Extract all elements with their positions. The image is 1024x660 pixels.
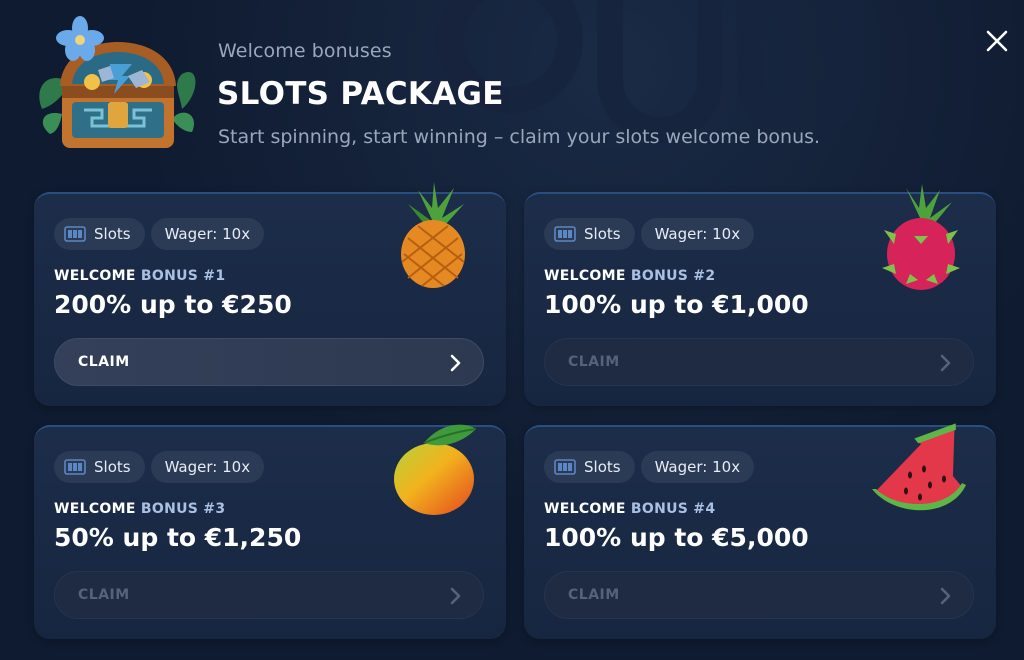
claim-button[interactable]: CLAIM xyxy=(544,571,974,619)
wager-tag: Wager: 10x xyxy=(150,218,265,250)
category-label: Slots xyxy=(584,458,621,476)
bonus-label-suffix: BONUS #4 xyxy=(630,501,716,517)
chevron-right-icon xyxy=(940,587,951,605)
close-icon[interactable] xyxy=(982,26,1012,56)
bonus-label: WELCOME BONUS #1 xyxy=(54,268,225,284)
chevron-right-icon xyxy=(450,354,461,372)
bonus-label: WELCOME BONUS #4 xyxy=(544,501,715,517)
tag-list: Slots Wager: 10x xyxy=(544,451,755,483)
bonus-amount: 100% up to €1,000 xyxy=(544,290,809,319)
bonus-label-prefix: WELCOME xyxy=(544,501,626,517)
bonus-label-suffix: BONUS #3 xyxy=(140,501,226,517)
slot-machine-icon xyxy=(554,459,576,475)
bonus-label: WELCOME BONUS #2 xyxy=(544,268,715,284)
header-description: Start spinning, start winning – claim yo… xyxy=(218,126,821,148)
slot-machine-icon xyxy=(64,226,86,242)
wager-tag: Wager: 10x xyxy=(640,218,755,250)
category-tag: Slots xyxy=(54,218,145,250)
bonus-amount: 100% up to €5,000 xyxy=(544,523,809,552)
bonus-amount: 200% up to €250 xyxy=(54,290,292,319)
claim-label: CLAIM xyxy=(568,587,620,603)
bonus-label-suffix: BONUS #2 xyxy=(630,268,716,284)
bonus-card-1: Slots Wager: 10x WELCOME BONUS #1 200% u… xyxy=(34,182,506,406)
bonus-label-prefix: WELCOME xyxy=(544,268,626,284)
header-subtitle: Welcome bonuses xyxy=(218,40,392,62)
claim-button[interactable]: CLAIM xyxy=(54,338,484,386)
bonus-amount: 50% up to €1,250 xyxy=(54,523,302,552)
pineapple-icon xyxy=(401,182,465,288)
bonus-card-4: Slots Wager: 10x WELCOME BONUS #4 100% u… xyxy=(524,423,996,639)
claim-label: CLAIM xyxy=(78,587,130,603)
claim-label: CLAIM xyxy=(568,354,620,370)
bonus-label-suffix: BONUS #1 xyxy=(140,268,226,284)
chevron-right-icon xyxy=(940,354,951,372)
chevron-right-icon xyxy=(450,587,461,605)
claim-button[interactable]: CLAIM xyxy=(54,571,484,619)
category-label: Slots xyxy=(94,458,131,476)
tag-list: Slots Wager: 10x xyxy=(54,451,265,483)
wager-tag: Wager: 10x xyxy=(150,451,265,483)
treasure-chest-icon xyxy=(39,16,196,148)
tag-list: Slots Wager: 10x xyxy=(54,218,265,250)
category-tag: Slots xyxy=(544,218,635,250)
bonus-label: WELCOME BONUS #3 xyxy=(54,501,225,517)
category-label: Slots xyxy=(94,225,131,243)
slot-machine-icon xyxy=(64,459,86,475)
dragonfruit-icon xyxy=(882,184,960,290)
bonus-card-2: Slots Wager: 10x WELCOME BONUS #2 100% u… xyxy=(524,184,996,406)
claim-label: CLAIM xyxy=(78,354,130,370)
modal-header: Welcome bonuses SLOTS PACKAGE Start spin… xyxy=(0,0,1024,180)
category-tag: Slots xyxy=(544,451,635,483)
category-tag: Slots xyxy=(54,451,145,483)
page-title: SLOTS PACKAGE xyxy=(217,76,504,112)
claim-button[interactable]: CLAIM xyxy=(544,338,974,386)
category-label: Slots xyxy=(584,225,621,243)
slot-machine-icon xyxy=(554,226,576,242)
bonus-label-prefix: WELCOME xyxy=(54,268,136,284)
bonus-card-3: Slots Wager: 10x WELCOME BONUS #3 50% up… xyxy=(34,424,506,639)
watermelon-icon xyxy=(872,423,966,511)
tag-list: Slots Wager: 10x xyxy=(544,218,755,250)
wager-tag: Wager: 10x xyxy=(640,451,755,483)
bonus-label-prefix: WELCOME xyxy=(54,501,136,517)
mango-icon xyxy=(394,424,477,515)
